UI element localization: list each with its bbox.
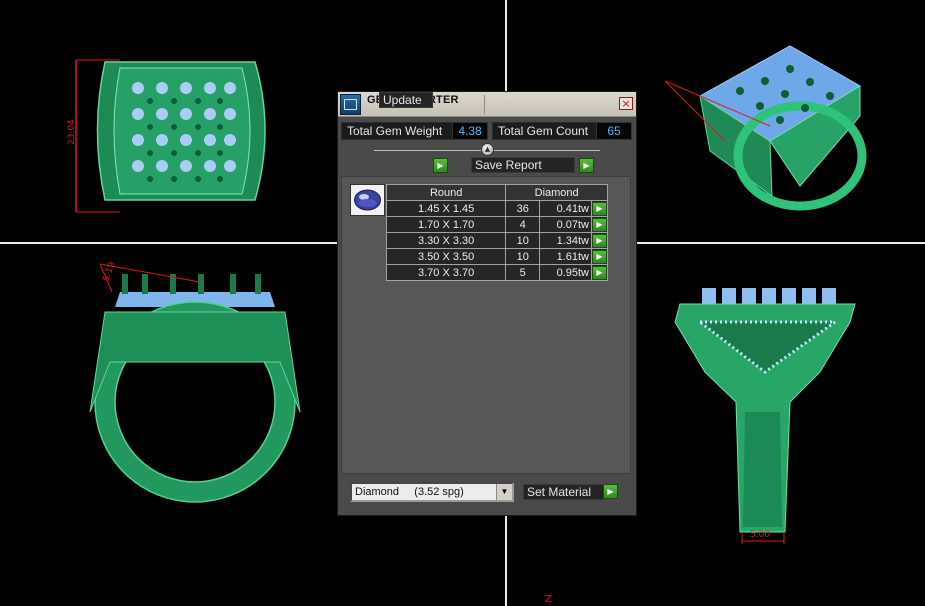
close-button[interactable]: × bbox=[619, 97, 633, 110]
row-go-icon[interactable]: ▶ bbox=[591, 201, 607, 216]
gem-weight-cell: 0.95tw bbox=[539, 264, 592, 281]
table-row[interactable]: 1.70 X 1.70 4 0.07tw ▶ bbox=[385, 216, 609, 233]
column-header-round: Round bbox=[385, 184, 507, 201]
gem-size-cell: 3.70 X 3.70 bbox=[385, 264, 507, 281]
gem-count-cell: 4 bbox=[505, 216, 541, 233]
ring-front-view-image: 5.19 bbox=[89, 261, 301, 503]
app-logo-icon bbox=[340, 94, 361, 115]
gem-count-cell: 5 bbox=[505, 264, 541, 281]
save-report-button-label: Save Report bbox=[475, 158, 542, 172]
gem-count-cell: 10 bbox=[505, 232, 541, 249]
material-select-value: Diamond (3.52 spg) bbox=[355, 486, 464, 498]
dimension-label-height: 5.19 bbox=[101, 261, 117, 284]
total-gem-count-value: 65 bbox=[596, 122, 632, 140]
table-row[interactable]: 3.30 X 3.30 10 1.34tw ▶ bbox=[385, 232, 609, 249]
ring-perspective-image bbox=[664, 45, 867, 211]
set-material-button[interactable]: Set Material bbox=[523, 484, 605, 500]
row-go-icon[interactable]: ▶ bbox=[591, 249, 607, 264]
save-report-go-icon[interactable]: ▶ bbox=[579, 158, 594, 173]
gem-weight-cell: 1.61tw bbox=[539, 248, 592, 265]
gem-list-panel[interactable]: Round Diamond 1.45 X 1.45 36 0.41tw ▶ 1.… bbox=[341, 176, 631, 474]
gem-size-cell: 1.45 X 1.45 bbox=[385, 200, 507, 217]
gem-reporter-dialog: GEM REPORTER × Total Gem Weight 4.38 Tot… bbox=[337, 91, 637, 516]
gem-weight-cell: 1.34tw bbox=[539, 232, 592, 249]
gem-weight-cell: 0.07tw bbox=[539, 216, 592, 233]
gem-count-cell: 10 bbox=[505, 248, 541, 265]
round-gem-icon[interactable] bbox=[350, 184, 385, 216]
save-report-button[interactable]: Save Report bbox=[471, 157, 575, 173]
update-go-icon[interactable]: ▶ bbox=[433, 158, 448, 173]
update-button-label: Update bbox=[383, 93, 422, 107]
table-row[interactable]: 1.45 X 1.45 36 0.41tw ▶ bbox=[385, 200, 609, 217]
row-go-cell: ▶ bbox=[590, 264, 609, 281]
gem-count-cell: 36 bbox=[505, 200, 541, 217]
total-gem-weight-value: 4.38 bbox=[452, 122, 488, 140]
set-material-button-label: Set Material bbox=[527, 485, 592, 499]
collapse-up-icon[interactable]: ▲ bbox=[481, 143, 494, 156]
dimension-label-shank: 5.00 bbox=[750, 530, 770, 540]
chevron-down-icon[interactable]: ▼ bbox=[496, 484, 512, 500]
row-go-cell: ▶ bbox=[590, 232, 609, 249]
table-row[interactable]: 3.50 X 3.50 10 1.61tw ▶ bbox=[385, 248, 609, 265]
ring-top-view-image: 23.04 bbox=[67, 59, 266, 213]
update-button[interactable]: Update bbox=[379, 92, 433, 108]
viewport-front-view[interactable]: 5.19 bbox=[70, 252, 320, 512]
material-select[interactable]: Diamond (3.52 spg) ▼ bbox=[350, 482, 514, 502]
gem-size-cell: 3.30 X 3.30 bbox=[385, 232, 507, 249]
row-go-icon[interactable]: ▶ bbox=[591, 233, 607, 248]
row-go-cell: ▶ bbox=[590, 200, 609, 217]
gem-table: Round Diamond 1.45 X 1.45 36 0.41tw ▶ 1.… bbox=[385, 184, 609, 281]
gem-size-cell: 3.50 X 3.50 bbox=[385, 248, 507, 265]
viewport-side-view[interactable]: 5.00 bbox=[660, 282, 870, 547]
viewport-top-view[interactable]: 23.04 bbox=[60, 50, 290, 230]
row-go-cell: ▶ bbox=[590, 248, 609, 265]
column-header-diamond: Diamond bbox=[505, 184, 608, 201]
gem-size-cell: 1.70 X 1.70 bbox=[385, 216, 507, 233]
set-material-go-icon[interactable]: ▶ bbox=[603, 484, 618, 499]
row-go-icon[interactable]: ▶ bbox=[591, 265, 607, 280]
gem-weight-cell: 0.41tw bbox=[539, 200, 592, 217]
titlebar-divider bbox=[484, 95, 485, 114]
axis-z-label: Z bbox=[545, 594, 552, 605]
row-go-icon[interactable]: ▶ bbox=[591, 217, 607, 232]
row-go-cell: ▶ bbox=[590, 216, 609, 233]
dimension-label-width: 23.04 bbox=[67, 119, 77, 145]
ring-side-view-image: 5.00 bbox=[674, 288, 856, 544]
table-row[interactable]: 3.70 X 3.70 5 0.95tw ▶ bbox=[385, 264, 609, 281]
viewport-perspective-view[interactable] bbox=[660, 36, 875, 221]
